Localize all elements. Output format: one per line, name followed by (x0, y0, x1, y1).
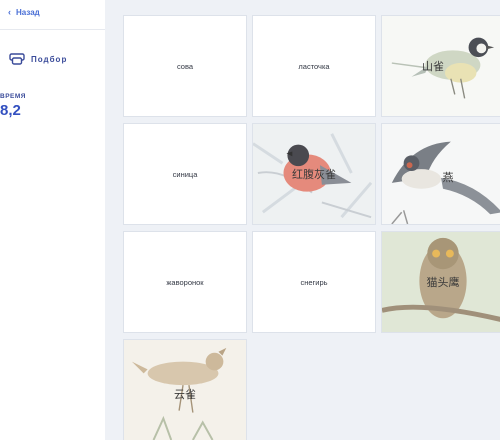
card-word-sinitsa[interactable]: синица (123, 123, 247, 225)
sidebar-divider (0, 29, 105, 30)
back-label: Назад (16, 8, 40, 17)
chevron-left-icon: ‹ (8, 7, 11, 17)
card-word: синица (172, 169, 198, 179)
card-word-sova[interactable]: сова (123, 15, 247, 117)
cards-icon (9, 53, 25, 65)
card-word: снегирь (300, 277, 328, 287)
match-board: сова ласточка 山雀 синица 红腹灰雀 燕 жаворонок… (105, 0, 500, 440)
card-word-snegir[interactable]: снегирь (252, 231, 376, 333)
card-image-swallow[interactable]: 燕 (381, 123, 500, 225)
card-hanzi: 燕 (442, 171, 454, 184)
time-value: 8,2 (0, 102, 21, 119)
card-hanzi: 猫头鹰 (426, 276, 460, 289)
card-image-bullfinch[interactable]: 红腹灰雀 (252, 123, 376, 225)
card-hanzi: 红腹灰雀 (292, 168, 336, 181)
swallow-image (382, 124, 500, 224)
time-label: ВРЕМЯ (0, 93, 26, 100)
card-image-owl[interactable]: 猫头鹰 (381, 231, 500, 333)
card-word-zhavoronok[interactable]: жаворонок (123, 231, 247, 333)
card-image-lark[interactable]: 云雀 (123, 339, 247, 440)
card-word-lastochka[interactable]: ласточка (252, 15, 376, 117)
mode-label: Подбор (31, 54, 68, 64)
card-hanzi: 云雀 (174, 388, 196, 401)
mode-indicator: Подбор (9, 53, 67, 65)
card-word: сова (176, 61, 194, 71)
sidebar: ‹ Назад Подбор ВРЕМЯ 8,2 (0, 0, 105, 440)
card-hanzi: 山雀 (422, 60, 444, 73)
card-image-titmouse[interactable]: 山雀 (381, 15, 500, 117)
card-word: жаворонок (166, 277, 204, 287)
card-word: ласточка (298, 61, 330, 71)
back-button[interactable]: ‹ Назад (8, 7, 40, 18)
